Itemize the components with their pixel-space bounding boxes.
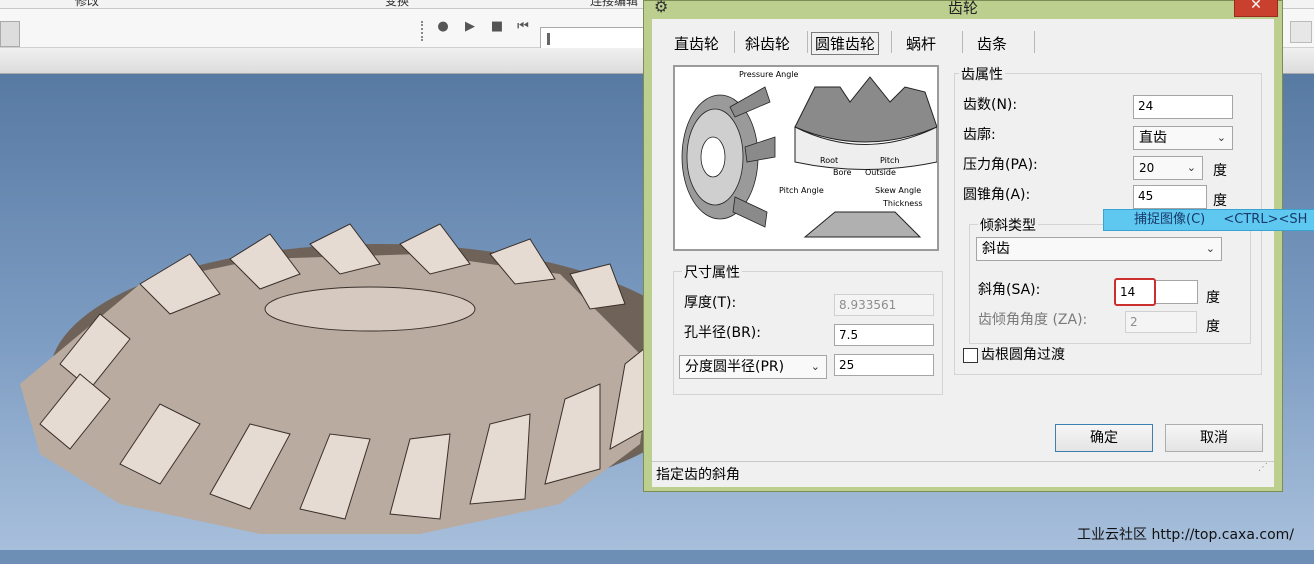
ok-button[interactable]: 确定	[1055, 424, 1153, 452]
pitch-radius-select[interactable]: 分度圆半径(PR) ⌄	[679, 355, 827, 379]
tab-spur-gear[interactable]: 直齿轮	[674, 33, 719, 54]
tab-helical-gear[interactable]: 斜齿轮	[745, 33, 790, 54]
status-text: 指定齿的斜角	[656, 467, 740, 483]
tab-rack[interactable]: 齿条	[977, 33, 1007, 54]
skew-type-group: 倾斜类型 斜齿 ⌄ 斜角(SA): 14 度 齿倾角角度 (ZA): 2 度	[969, 215, 1251, 344]
cone-angle-label: 圆锥角(A):	[963, 187, 1031, 203]
stop-icon[interactable]: ■	[489, 19, 505, 35]
diagram-label-thickness: Thickness	[882, 199, 923, 208]
chevron-down-icon: ⌄	[1216, 131, 1226, 144]
cancel-button[interactable]: 取消	[1165, 424, 1263, 452]
skew-type-select-value: 斜齿	[982, 241, 1010, 257]
capture-image-label: 捕捉图像(C)	[1134, 212, 1206, 227]
cone-angle-field[interactable]: 45	[1133, 185, 1207, 209]
tab-divider	[1034, 31, 1035, 53]
size-group-title: 尺寸属性	[682, 262, 742, 282]
size-properties-group: 尺寸属性 厚度(T): 8.933561 孔半径(BR): 7.5 分度圆半径(…	[673, 262, 943, 395]
tooth-count-field[interactable]: 24	[1133, 95, 1233, 119]
diagram-label-pressure: Pressure Angle	[739, 70, 799, 79]
gear-dialog: ⚙ 齿轮 ✕ 直齿轮 斜齿轮 圆锥齿轮 蜗杆 齿条 Pressure Angle…	[643, 0, 1283, 492]
skew-angle-label: 斜角(SA):	[978, 282, 1041, 298]
diagram-label-pitch-angle: Pitch Angle	[779, 186, 824, 195]
tooth-tilt-angle-field: 2	[1125, 311, 1197, 333]
diagram-label-pitch: Pitch	[880, 156, 899, 165]
root-fillet-label[interactable]: 齿根圆角过渡	[981, 344, 1065, 364]
bevel-gear-model[interactable]	[0, 164, 660, 564]
pressure-angle-unit: 度	[1213, 163, 1227, 179]
close-button[interactable]: ✕	[1234, 0, 1278, 17]
tooth-tilt-angle-label: 齿倾角角度 (ZA):	[978, 312, 1088, 328]
tooth-tilt-angle-unit: 度	[1206, 319, 1220, 335]
toolbar-grip	[421, 21, 426, 41]
tooth-group-title: 齿属性	[959, 64, 1005, 84]
skew-group-title: 倾斜类型	[978, 215, 1038, 235]
dialog-body: 直齿轮 斜齿轮 圆锥齿轮 蜗杆 齿条 Pressure Angle Root P…	[652, 19, 1274, 461]
diagram-label-skew-angle: Skew Angle	[875, 186, 921, 195]
capture-image-shortcut: <CTRL><SH	[1223, 212, 1308, 227]
menu-item-connect-edit[interactable]: 连接编辑	[590, 0, 638, 9]
cone-angle-unit: 度	[1213, 193, 1227, 209]
menu-item-modify[interactable]: 修改	[75, 0, 99, 9]
gear-diagram-drawing: Pressure Angle Root Pitch Bore Outside P…	[681, 70, 937, 238]
pressure-angle-select[interactable]: 20 ⌄	[1133, 156, 1203, 180]
record-icon[interactable]: ●	[435, 19, 451, 35]
toolbar-dropdown-handle[interactable]	[0, 21, 20, 47]
tab-divider	[962, 31, 963, 53]
tooth-profile-select[interactable]: 直齿 ⌄	[1133, 126, 1233, 150]
status-bar: 指定齿的斜角 ⋰	[652, 461, 1274, 487]
tab-divider	[807, 31, 808, 53]
capture-image-menu-item[interactable]: 捕捉图像(C) <CTRL><SH	[1103, 209, 1314, 231]
tooth-profile-label: 齿廓:	[963, 127, 996, 143]
watermark-text: 工业云社区 http://top.caxa.com/	[1077, 527, 1294, 543]
tab-divider	[734, 31, 735, 53]
diagram-label-bore: Bore	[833, 168, 851, 177]
skew-angle-field-extension[interactable]	[1156, 280, 1198, 304]
tooth-count-label: 齿数(N):	[963, 97, 1018, 113]
pitch-radius-field[interactable]: 25	[834, 354, 934, 376]
diagram-label-outside: Outside	[865, 168, 896, 177]
dialog-titlebar[interactable]: ⚙ 齿轮 ✕	[644, 0, 1282, 19]
chevron-down-icon: ⌄	[810, 360, 820, 373]
tab-divider	[891, 31, 892, 53]
bore-radius-label: 孔半径(BR):	[684, 325, 761, 341]
tab-bevel-gear[interactable]: 圆锥齿轮	[811, 32, 880, 55]
skew-angle-field[interactable]: 14	[1114, 278, 1156, 306]
pressure-angle-label: 压力角(PA):	[963, 157, 1038, 173]
bore-radius-field[interactable]: 7.5	[834, 324, 934, 346]
thickness-label: 厚度(T):	[684, 295, 737, 311]
pressure-angle-select-value: 20	[1139, 161, 1155, 175]
diagram-label-root: Root	[820, 156, 838, 165]
rewind-icon[interactable]: ⏮	[515, 19, 531, 35]
pitch-radius-select-value: 分度圆半径(PR)	[685, 359, 785, 375]
chevron-down-icon: ⌄	[1205, 242, 1215, 255]
menu-item-transform[interactable]: 变换	[385, 0, 409, 9]
chevron-down-icon: ⌄	[1186, 161, 1196, 174]
skew-type-select[interactable]: 斜齿 ⌄	[976, 237, 1222, 261]
toolbar-right-icon[interactable]	[1290, 21, 1312, 43]
slider-thumb[interactable]	[547, 33, 550, 45]
tooth-profile-select-value: 直齿	[1139, 130, 1167, 146]
bevel-gear-diagram: Pressure Angle Root Pitch Bore Outside P…	[673, 65, 939, 251]
root-fillet-checkbox[interactable]	[963, 348, 978, 363]
tab-worm[interactable]: 蜗杆	[906, 33, 936, 54]
skew-angle-unit: 度	[1206, 290, 1220, 306]
thickness-field: 8.933561	[834, 294, 934, 316]
dialog-title: 齿轮	[947, 0, 978, 17]
resize-grip-icon[interactable]: ⋰	[1258, 455, 1268, 481]
play-icon[interactable]: ▶	[462, 19, 478, 35]
